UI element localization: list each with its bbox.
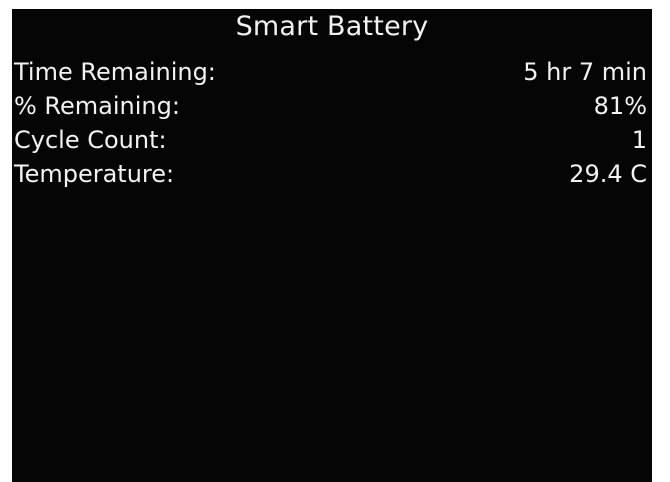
time-remaining-value: 5 hr 7 min (523, 58, 647, 86)
percent-remaining-value: 81% (593, 92, 647, 120)
temperature-row: Temperature: 29.4 C (14, 159, 647, 193)
cycle-count-value: 1 (631, 126, 647, 154)
battery-info-list: Time Remaining: 5 hr 7 min % Remaining: … (14, 57, 647, 193)
cycle-count-label: Cycle Count: (14, 126, 167, 154)
temperature-label: Temperature: (14, 160, 175, 188)
cycle-count-row: Cycle Count: 1 (14, 125, 647, 159)
percent-remaining-label: % Remaining: (14, 92, 180, 120)
screen-title: Smart Battery (235, 11, 429, 42)
percent-remaining-row: % Remaining: 81% (14, 91, 647, 125)
battery-screen: Smart Battery Time Remaining: 5 hr 7 min… (12, 9, 652, 482)
time-remaining-label: Time Remaining: (14, 58, 216, 86)
time-remaining-row: Time Remaining: 5 hr 7 min (14, 57, 647, 91)
temperature-value: 29.4 C (569, 160, 647, 188)
